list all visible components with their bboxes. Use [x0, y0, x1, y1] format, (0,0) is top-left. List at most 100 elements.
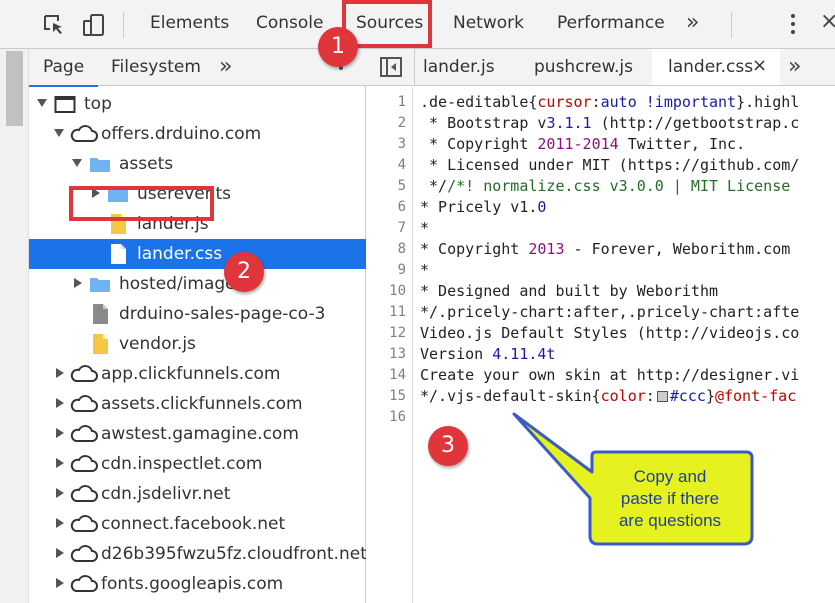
- line-number: 14: [389, 367, 406, 383]
- code-line-13: Version 4.11.4t: [420, 345, 556, 363]
- tree-item-drduino-sales-page[interactable]: drduino-sales-page-co-3: [29, 299, 366, 329]
- collapsed-arrow-icon[interactable]: [56, 458, 64, 468]
- scrollbar-thumb[interactable]: [6, 51, 23, 126]
- code-line-9: *: [420, 261, 430, 279]
- code-line-1: .de-editable{cursor:auto !important}.hig…: [420, 93, 800, 111]
- tree-item-assets-clickfunnels[interactable]: assets.clickfunnels.com: [29, 389, 366, 419]
- line-number: 10: [389, 283, 406, 299]
- step-badge-3: 3: [428, 426, 468, 466]
- collapsed-arrow-icon[interactable]: [56, 368, 64, 378]
- tab-network[interactable]: Network: [453, 13, 524, 33]
- tab-page[interactable]: Page: [28, 57, 99, 87]
- callout-line: paste if there: [620, 489, 720, 508]
- tree-item-cdn-inspectlet[interactable]: cdn.inspectlet.com: [29, 449, 366, 479]
- device-toolbar-icon[interactable]: [82, 13, 106, 37]
- step-badge-2: 2: [224, 252, 264, 292]
- line-number: 3: [397, 136, 406, 152]
- editor-tab-pushcrew-js[interactable]: pushcrew.js: [534, 57, 633, 77]
- code-line-14: Create your own skin at http://designer.…: [420, 366, 800, 384]
- line-number: 7: [397, 220, 406, 236]
- frame-icon: [54, 96, 76, 113]
- expand-arrow-icon[interactable]: [37, 99, 47, 107]
- tree-item-assets[interactable]: assets: [29, 149, 366, 179]
- tab-console[interactable]: Console: [256, 13, 324, 33]
- tree-item-connect-facebook[interactable]: connect.facebook.net: [29, 509, 366, 539]
- line-number: 8: [397, 241, 406, 257]
- line-number: 5: [397, 178, 406, 194]
- inspect-element-icon[interactable]: [42, 13, 66, 37]
- tree-item-label: app.clickfunnels.com: [101, 364, 281, 384]
- tree-item-cloudfront[interactable]: d26b395fwzu5fz.cloudfront.net: [29, 539, 367, 569]
- close-devtools-button[interactable]: ×: [820, 9, 835, 34]
- code-line-12: Video.js Default Styles (http://videojs.…: [420, 324, 800, 342]
- tree-item-label: fonts.googleapis.com: [101, 574, 284, 594]
- tree-item-cdn-jsdelivr[interactable]: cdn.jsdelivr.net: [29, 479, 366, 509]
- tree-item-hosted-images[interactable]: hosted/images: [29, 269, 366, 299]
- code-line-4: * Licensed under MIT (https://github.com…: [420, 156, 800, 174]
- toolbar-separator: [123, 12, 124, 38]
- code-line-6: * Pricely v1.0: [420, 198, 547, 216]
- line-number: 15: [389, 388, 406, 404]
- cloud-icon: [70, 395, 98, 412]
- collapsed-arrow-icon[interactable]: [74, 278, 82, 288]
- sources-navigator: Page Filesystem » top offers.drduino.com…: [28, 49, 367, 603]
- line-number: 16: [389, 409, 406, 425]
- customize-menu-icon[interactable]: [788, 14, 798, 36]
- line-number: 11: [389, 304, 406, 320]
- line-number: 2: [397, 115, 406, 131]
- tree-item-offers-drduino[interactable]: offers.drduino.com: [29, 119, 366, 149]
- code-line-5: *//*! normalize.css v3.0.0 | MIT License: [420, 177, 791, 195]
- tree-item-fonts-googleapis[interactable]: fonts.googleapis.com: [29, 569, 366, 599]
- code-line-7: *: [420, 219, 430, 237]
- tab-performance[interactable]: Performance: [557, 13, 665, 33]
- tab-filesystem[interactable]: Filesystem: [111, 57, 201, 77]
- cloud-icon: [70, 425, 98, 442]
- cloud-icon: [70, 485, 98, 502]
- tree-item-label: cdn.jsdelivr.net: [101, 484, 231, 504]
- editor-tabs-separator: [414, 49, 415, 86]
- tree-item-label: top: [84, 94, 112, 114]
- tree-item-vendor-js[interactable]: vendor.js: [29, 329, 366, 359]
- tree-item-label: awstest.gamagine.com: [101, 424, 299, 444]
- folder-icon: [90, 158, 110, 172]
- collapsed-arrow-icon[interactable]: [56, 428, 64, 438]
- tree-item-top[interactable]: top: [29, 89, 366, 119]
- toggle-navigator-icon[interactable]: [380, 57, 402, 77]
- tree-item-awstest-gamagine[interactable]: awstest.gamagine.com: [29, 419, 366, 449]
- callout-line: Copy and: [633, 467, 707, 486]
- close-tab-icon[interactable]: ×: [752, 55, 767, 76]
- line-number: 12: [389, 325, 406, 341]
- expand-arrow-icon[interactable]: [54, 129, 64, 137]
- tree-item-label: assets.clickfunnels.com: [101, 394, 303, 414]
- line-number: 13: [389, 346, 406, 362]
- collapsed-arrow-icon[interactable]: [56, 488, 64, 498]
- tree-item-label: vendor.js: [119, 334, 196, 354]
- tree-item-lander-css[interactable]: lander.css: [29, 239, 366, 269]
- collapsed-arrow-icon[interactable]: [56, 518, 64, 528]
- navigator-more-button[interactable]: »: [219, 54, 233, 79]
- expand-arrow-icon[interactable]: [72, 159, 82, 167]
- cloud-icon: [70, 575, 98, 592]
- collapsed-arrow-icon[interactable]: [56, 398, 64, 408]
- cloud-icon: [70, 125, 98, 142]
- tree-item-label: d26b395fwzu5fz.cloudfront.net: [101, 544, 367, 564]
- page-scrollbar[interactable]: [0, 49, 29, 603]
- tab-elements[interactable]: Elements: [150, 13, 229, 33]
- editor-tab-lander-js[interactable]: lander.js: [423, 57, 495, 77]
- collapsed-arrow-icon[interactable]: [56, 578, 64, 588]
- tree-item-label: lander.css: [137, 244, 223, 264]
- callout-line: are questions: [618, 511, 722, 530]
- lander-css-highlight: [69, 186, 214, 221]
- cloud-icon: [70, 455, 98, 472]
- line-number: 4: [397, 157, 406, 173]
- step-badge-1: 1: [318, 27, 358, 67]
- collapsed-arrow-icon[interactable]: [56, 548, 64, 558]
- cloud-icon: [70, 365, 98, 382]
- tree-item-app-clickfunnels[interactable]: app.clickfunnels.com: [29, 359, 366, 389]
- code-line-8: * Copyright 2013 - Forever, Weborithm.co…: [420, 240, 791, 258]
- tree-item-label: offers.drduino.com: [101, 124, 262, 144]
- line-number: 1: [397, 94, 406, 110]
- editor-more-tabs-button[interactable]: »: [788, 54, 802, 79]
- more-tabs-button[interactable]: »: [686, 10, 700, 35]
- editor-tab-lander-css[interactable]: lander.css: [668, 57, 754, 77]
